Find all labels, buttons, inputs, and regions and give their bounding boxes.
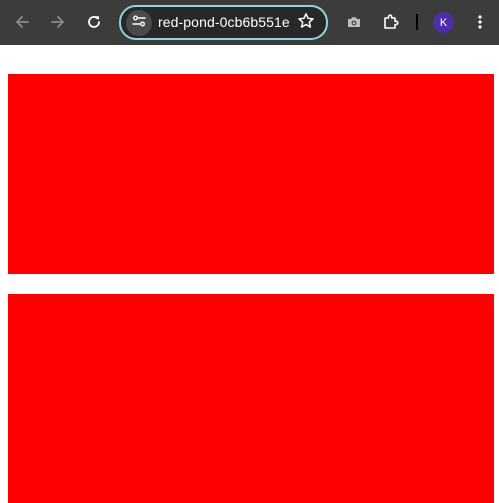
bookmark-button[interactable] bbox=[295, 12, 317, 34]
star-icon bbox=[297, 12, 315, 35]
toolbar-divider bbox=[416, 14, 418, 30]
back-button[interactable] bbox=[7, 7, 37, 37]
puzzle-icon bbox=[382, 13, 400, 31]
profile-initial: K bbox=[439, 16, 448, 29]
camera-icon bbox=[346, 14, 362, 30]
tune-icon bbox=[131, 13, 147, 34]
profile-avatar[interactable]: K bbox=[433, 12, 454, 33]
arrow-right-icon bbox=[50, 14, 66, 30]
reload-icon bbox=[86, 14, 102, 30]
arrow-left-icon bbox=[14, 14, 30, 30]
page-content bbox=[0, 45, 499, 503]
red-block-1 bbox=[8, 74, 494, 274]
address-bar[interactable]: red-pond-0cb6b551e bbox=[119, 5, 328, 40]
reload-button[interactable] bbox=[79, 7, 109, 37]
url-text[interactable]: red-pond-0cb6b551e bbox=[158, 14, 290, 30]
site-info-button[interactable] bbox=[126, 10, 152, 36]
red-block-2 bbox=[8, 294, 494, 503]
menu-button[interactable] bbox=[465, 7, 495, 37]
kebab-menu-icon bbox=[472, 14, 488, 30]
screenshot-button[interactable] bbox=[339, 7, 369, 37]
extensions-button[interactable] bbox=[376, 7, 406, 37]
forward-button[interactable] bbox=[43, 7, 73, 37]
browser-toolbar: red-pond-0cb6b551e K bbox=[0, 0, 499, 45]
